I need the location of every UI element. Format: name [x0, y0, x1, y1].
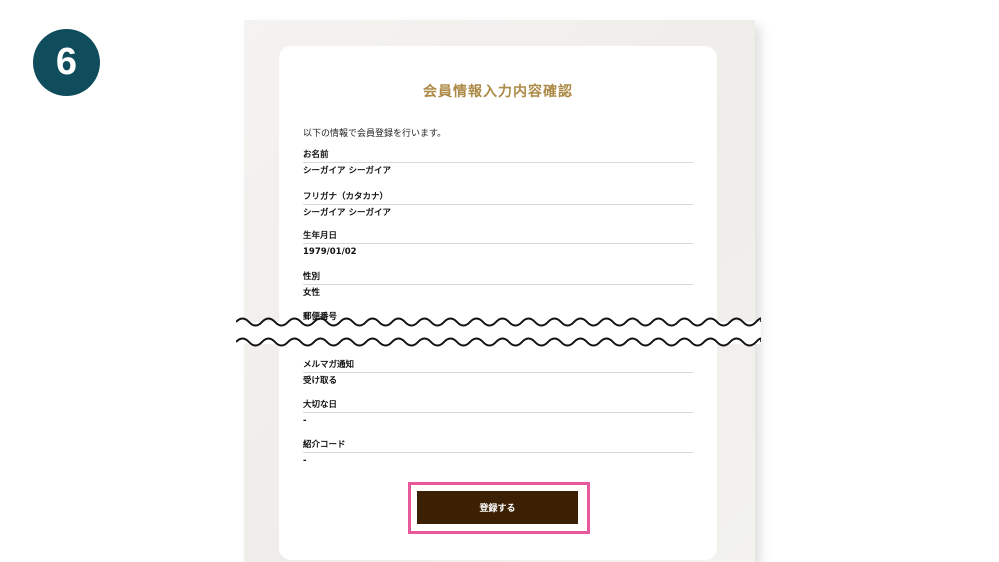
field-label: 性別: [303, 270, 693, 285]
page-title: 会員情報入力内容確認: [423, 84, 573, 100]
field-value: -: [303, 456, 307, 466]
field-birthday: 生年月日 1979/01/02: [303, 229, 693, 259]
field-newsletter: メルマガ通知 受け取る: [303, 358, 693, 388]
field-special-day: 大切な日 -: [303, 398, 693, 428]
field-gender: 性別 女性: [303, 270, 693, 300]
field-furigana: フリガナ（カタカナ） シーガイア シーガイア: [303, 190, 693, 220]
field-value: シーガイア シーガイア: [303, 208, 391, 218]
field-label: お名前: [303, 148, 693, 163]
field-label: フリガナ（カタカナ）: [303, 190, 693, 205]
register-button[interactable]: 登録する: [417, 491, 578, 524]
field-label: 生年月日: [303, 229, 693, 244]
omission-wave-divider: [236, 317, 761, 347]
field-label: 紹介コード: [303, 438, 693, 453]
field-label: 大切な日: [303, 398, 693, 413]
field-value: シーガイア シーガイア: [303, 166, 391, 176]
field-value: 1979/01/02: [303, 247, 357, 257]
field-value: 受け取る: [303, 376, 338, 386]
field-label: メルマガ通知: [303, 358, 693, 373]
intro-text: 以下の情報で会員登録を行います。: [303, 129, 447, 139]
field-value: -: [303, 416, 307, 426]
step-number-badge: 6: [33, 29, 100, 96]
field-name: お名前 シーガイア シーガイア: [303, 148, 693, 178]
field-referral-code: 紹介コード -: [303, 438, 693, 468]
field-value: 女性: [303, 288, 321, 298]
